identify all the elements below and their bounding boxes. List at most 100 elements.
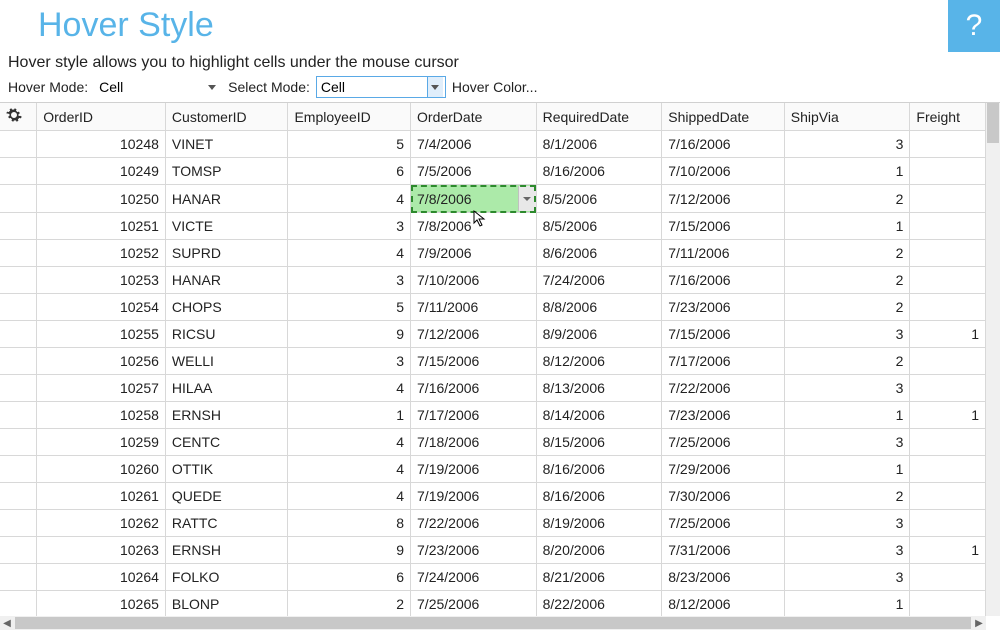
- cell[interactable]: 7/5/2006: [411, 158, 537, 185]
- cell[interactable]: 7/16/2006: [662, 267, 785, 294]
- cell[interactable]: 7/11/2006: [411, 294, 537, 321]
- cell[interactable]: 3: [784, 537, 910, 564]
- hover-mode-dropdown-icon[interactable]: [203, 77, 219, 97]
- cell[interactable]: 3: [784, 131, 910, 158]
- cell[interactable]: 8/9/2006: [536, 321, 662, 348]
- cell[interactable]: TOMSP: [165, 158, 288, 185]
- row-selector[interactable]: [0, 456, 37, 483]
- cell[interactable]: FOLKO: [165, 564, 288, 591]
- cell[interactable]: 1: [784, 456, 910, 483]
- cell[interactable]: 7/16/2006: [411, 375, 537, 402]
- select-mode-dropdown-icon[interactable]: [427, 77, 443, 97]
- vertical-scrollbar[interactable]: [986, 103, 1000, 616]
- row-selector[interactable]: [0, 429, 37, 456]
- hover-mode-combo[interactable]: [94, 76, 222, 98]
- cell[interactable]: VINET: [165, 131, 288, 158]
- cell[interactable]: 6: [288, 158, 411, 185]
- cell[interactable]: 7/11/2006: [662, 240, 785, 267]
- cell[interactable]: 3: [784, 375, 910, 402]
- row-selector[interactable]: [0, 294, 37, 321]
- cell[interactable]: 10256: [37, 348, 166, 375]
- row-selector[interactable]: [0, 591, 37, 617]
- horizontal-scroll-thumb[interactable]: [15, 617, 971, 629]
- cell[interactable]: 10250: [37, 185, 166, 213]
- column-header[interactable]: OrderDate: [411, 103, 537, 131]
- cell[interactable]: 10264: [37, 564, 166, 591]
- row-selector[interactable]: [0, 348, 37, 375]
- row-selector[interactable]: [0, 185, 37, 213]
- cell[interactable]: 7/16/2006: [662, 131, 785, 158]
- cell[interactable]: 10257: [37, 375, 166, 402]
- cell[interactable]: 8/5/2006: [536, 213, 662, 240]
- cell[interactable]: [910, 185, 986, 213]
- cell[interactable]: OTTIK: [165, 456, 288, 483]
- cell[interactable]: 10261: [37, 483, 166, 510]
- column-header[interactable]: ShippedDate: [662, 103, 785, 131]
- cell[interactable]: 7/4/2006: [411, 131, 537, 158]
- cell[interactable]: 8/16/2006: [536, 483, 662, 510]
- hover-mode-input[interactable]: [95, 77, 203, 97]
- cell[interactable]: VICTE: [165, 213, 288, 240]
- data-grid[interactable]: OrderIDCustomerIDEmployeeIDOrderDateRequ…: [0, 103, 986, 616]
- cell[interactable]: 4: [288, 185, 411, 213]
- select-mode-input[interactable]: [317, 77, 427, 97]
- cell[interactable]: 3: [784, 429, 910, 456]
- cell[interactable]: 7/22/2006: [411, 510, 537, 537]
- cell[interactable]: CENTC: [165, 429, 288, 456]
- column-header[interactable]: Freight: [910, 103, 986, 131]
- cell[interactable]: [910, 267, 986, 294]
- cell[interactable]: 3: [784, 321, 910, 348]
- cell[interactable]: 1: [784, 158, 910, 185]
- cell[interactable]: 5: [288, 131, 411, 158]
- cell[interactable]: 1: [910, 537, 986, 564]
- cell[interactable]: 4: [288, 375, 411, 402]
- scroll-left-icon[interactable]: ◀: [0, 616, 14, 630]
- cell[interactable]: 8/8/2006: [536, 294, 662, 321]
- cell[interactable]: 8/21/2006: [536, 564, 662, 591]
- horizontal-scrollbar[interactable]: ◀ ▶: [0, 616, 986, 630]
- cell[interactable]: 7/17/2006: [662, 348, 785, 375]
- hover-color-button[interactable]: Hover Color...: [452, 79, 538, 95]
- cell[interactable]: 8/14/2006: [536, 402, 662, 429]
- cell[interactable]: 3: [288, 213, 411, 240]
- cell[interactable]: 7/31/2006: [662, 537, 785, 564]
- cell[interactable]: 1: [910, 321, 986, 348]
- cell[interactable]: 10260: [37, 456, 166, 483]
- row-selector[interactable]: [0, 213, 37, 240]
- cell[interactable]: 7/12/2006: [411, 321, 537, 348]
- cell[interactable]: 2: [288, 591, 411, 617]
- cell[interactable]: 7/25/2006: [662, 510, 785, 537]
- column-header[interactable]: RequiredDate: [536, 103, 662, 131]
- cell[interactable]: 7/15/2006: [662, 213, 785, 240]
- cell[interactable]: 7/8/2006: [411, 213, 537, 240]
- cell[interactable]: 7/24/2006: [411, 564, 537, 591]
- cell[interactable]: 7/29/2006: [662, 456, 785, 483]
- cell[interactable]: 7/12/2006: [662, 185, 785, 213]
- cell[interactable]: 2: [784, 483, 910, 510]
- cell[interactable]: HANAR: [165, 185, 288, 213]
- cell[interactable]: 8/12/2006: [536, 348, 662, 375]
- cell[interactable]: [910, 456, 986, 483]
- cell[interactable]: 1: [784, 402, 910, 429]
- column-header[interactable]: ShipVia: [784, 103, 910, 131]
- cell[interactable]: RICSU: [165, 321, 288, 348]
- row-selector[interactable]: [0, 402, 37, 429]
- cell[interactable]: ERNSH: [165, 537, 288, 564]
- cell[interactable]: 7/18/2006: [411, 429, 537, 456]
- cell[interactable]: 8/5/2006: [536, 185, 662, 213]
- cell[interactable]: 5: [288, 294, 411, 321]
- cell[interactable]: 8/20/2006: [536, 537, 662, 564]
- cell[interactable]: 1: [910, 402, 986, 429]
- cell[interactable]: 3: [784, 564, 910, 591]
- cell[interactable]: 7/10/2006: [411, 267, 537, 294]
- cell[interactable]: 8/16/2006: [536, 158, 662, 185]
- cell[interactable]: 3: [784, 510, 910, 537]
- cell[interactable]: 2: [784, 267, 910, 294]
- cell[interactable]: RATTC: [165, 510, 288, 537]
- cell[interactable]: 7/23/2006: [411, 537, 537, 564]
- cell[interactable]: 7/30/2006: [662, 483, 785, 510]
- cell[interactable]: 6: [288, 564, 411, 591]
- cell[interactable]: 4: [288, 429, 411, 456]
- cell-dropdown-icon[interactable]: [518, 186, 536, 211]
- cell[interactable]: 10254: [37, 294, 166, 321]
